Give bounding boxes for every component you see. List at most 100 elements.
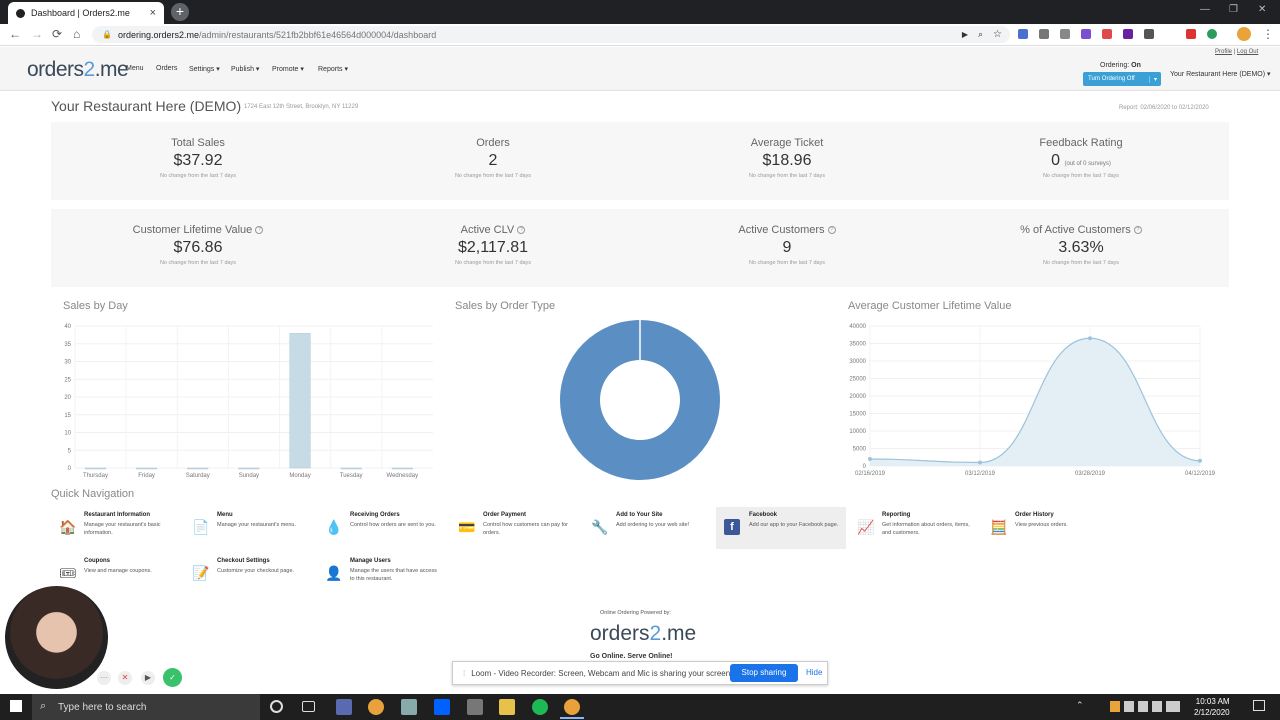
file-explorer-icon[interactable] xyxy=(499,699,515,715)
new-tab-button[interactable]: + xyxy=(171,3,189,21)
extension-icon[interactable] xyxy=(1102,29,1112,39)
logo-number: 2 xyxy=(83,58,96,81)
quick-nav-order-history[interactable]: 🧮 Order History View previous orders. xyxy=(982,507,1112,549)
ordering-label: Ordering: xyxy=(1100,62,1132,69)
profile-link[interactable]: Profile xyxy=(1215,49,1232,55)
data-point xyxy=(1198,458,1202,463)
browser-tab[interactable]: Dashboard | Orders2.me × xyxy=(8,2,164,24)
reload-icon[interactable]: ⟳ xyxy=(52,27,62,41)
nav-orders[interactable]: Orders xyxy=(156,65,177,72)
restaurant-select[interactable]: Your Restaurant Here (DEMO) ▾ xyxy=(1170,70,1271,78)
info-icon[interactable]: ? xyxy=(827,226,836,234)
webcam-bubble[interactable] xyxy=(5,586,108,689)
loom-pause-icon[interactable]: ▶ xyxy=(141,671,155,685)
quick-nav-checkout-settings[interactable]: 📝 Checkout Settings Customize your checkou… xyxy=(184,553,314,595)
extension-icon[interactable] xyxy=(1039,29,1049,39)
app-icon[interactable] xyxy=(401,699,417,715)
loom-finish-icon[interactable]: ✓ xyxy=(163,668,182,687)
nav-publish[interactable]: Publish ▾ xyxy=(231,65,259,73)
chrome-icon[interactable] xyxy=(368,699,384,715)
logout-link[interactable]: Log Out xyxy=(1237,49,1258,55)
quick-nav-receiving-orders[interactable]: 💧 Receiving Orders Control how orders are … xyxy=(317,507,447,549)
turn-ordering-off-button[interactable]: Turn Ordering Off ▾ xyxy=(1083,72,1161,86)
stat-label: Active Customers xyxy=(738,224,825,236)
stat-orders: Orders 2 No change from the last 7 days xyxy=(393,137,593,179)
info-icon[interactable]: ? xyxy=(1133,226,1142,234)
quick-nav-menu[interactable]: 📄 Menu Manage your restaurant's menu. xyxy=(184,507,314,549)
x-tick-label: Friday xyxy=(138,473,155,479)
profile-avatar-icon[interactable] xyxy=(1237,27,1251,41)
task-view-icon[interactable] xyxy=(302,701,315,712)
info-icon[interactable]: ? xyxy=(255,226,264,234)
nav-settings[interactable]: Settings ▾ xyxy=(189,65,220,73)
spotify-icon[interactable] xyxy=(532,699,548,715)
more-menu-icon[interactable]: ⋮ xyxy=(1262,27,1274,41)
stat-note: No change from the last 7 days xyxy=(159,173,237,179)
extension-icon[interactable] xyxy=(1081,29,1091,39)
quick-nav-title: Reporting xyxy=(882,512,911,518)
url-input[interactable]: 🔒 ordering.orders2.me/admin/restaurants/… xyxy=(92,26,1010,43)
nav-menu[interactable]: Menu xyxy=(126,65,144,72)
cortana-icon[interactable] xyxy=(270,700,283,713)
footer-logo[interactable]: orders2.me xyxy=(590,622,696,646)
stat-average-ticket: Average Ticket $18.96 No change from the l… xyxy=(687,137,887,179)
quick-nav-manage-users[interactable]: 👤 Manage Users Manage the users that have … xyxy=(317,553,447,595)
home-icon[interactable]: ⌂ xyxy=(73,27,80,41)
chrome-active-icon[interactable] xyxy=(564,699,580,715)
nav-reports[interactable]: Reports ▾ xyxy=(318,65,348,73)
minimize-icon[interactable]: — xyxy=(1200,4,1210,15)
x-tick-label: 03/12/2019 xyxy=(965,471,996,477)
menu-icon: 📄 xyxy=(192,519,210,535)
stat-customer-lifetime-value: Customer Lifetime Value ? $76.86 No change… xyxy=(98,224,298,266)
forward-icon[interactable]: → xyxy=(31,27,43,41)
stat-value: $76.86 xyxy=(173,239,223,256)
nav-promote[interactable]: Promote ▾ xyxy=(272,65,304,73)
stat-label: Customer Lifetime Value xyxy=(132,224,253,236)
extension-icon[interactable] xyxy=(1123,29,1133,39)
loom-cancel-icon[interactable]: ✕ xyxy=(118,671,132,685)
grammarly-icon[interactable] xyxy=(1207,29,1217,39)
close-window-icon[interactable]: ✕ xyxy=(1258,4,1266,15)
notification-icon[interactable] xyxy=(1253,700,1265,711)
quick-nav-facebook[interactable]: f Facebook Add our app to your Facebook pa… xyxy=(716,507,846,549)
caret-down-icon[interactable]: ▾ xyxy=(1148,75,1157,83)
taskbar-search-input[interactable]: Type here to search xyxy=(32,694,260,720)
x-tick-label: Wednesday xyxy=(387,473,419,479)
chart-icon: 📈 xyxy=(857,519,875,535)
extension-icon[interactable] xyxy=(1018,29,1028,39)
stop-sharing-button[interactable]: Stop sharing xyxy=(730,664,798,682)
extension-icon[interactable] xyxy=(1144,29,1154,39)
quick-nav-title: Coupons xyxy=(84,558,110,564)
app-icon[interactable] xyxy=(336,699,352,715)
zoom-icon[interactable]: ⌕ xyxy=(978,29,983,40)
quick-nav-title: Restaurant Information xyxy=(84,512,151,518)
y-tick-label: 40 xyxy=(64,324,71,330)
quick-nav-restaurant-information[interactable]: 🏠 Restaurant Information Manage your resta… xyxy=(51,507,181,549)
bookmark-star-icon[interactable]: ☆ xyxy=(993,29,1002,40)
info-icon[interactable]: ? xyxy=(517,226,526,234)
quick-nav-reporting[interactable]: 📈 Reporting Get information about orders, … xyxy=(849,507,979,549)
tray-expand-icon[interactable]: ⌃ xyxy=(1076,700,1084,711)
wrench-icon: 🔧 xyxy=(591,519,609,535)
close-tab-icon[interactable]: × xyxy=(150,7,156,19)
quick-nav-title: Order Payment xyxy=(483,512,527,518)
extension-icon[interactable] xyxy=(1060,29,1070,39)
drag-handle-icon[interactable]: ⁞ xyxy=(463,669,465,678)
camera-icon[interactable]: ▶ xyxy=(962,30,968,39)
orders2me-logo[interactable]: orders2.me xyxy=(27,58,129,82)
extension-icon[interactable] xyxy=(1186,29,1196,39)
quick-nav-add-to-your-site[interactable]: 🔧 Add to Your Site Add ordering to your we… xyxy=(583,507,713,549)
logo-text: orders xyxy=(590,622,650,645)
loom-more-icon[interactable]: ⋯ xyxy=(97,671,111,685)
dropbox-icon[interactable] xyxy=(434,699,450,715)
quick-nav-order-payment[interactable]: 💳 Order Payment Control how customers can … xyxy=(450,507,580,549)
stat-note: No change from the last 7 days xyxy=(159,260,237,266)
system-tray-icons[interactable] xyxy=(1110,701,1180,712)
taskbar-clock[interactable]: 10:03 AM 2/12/2020 xyxy=(1194,696,1230,718)
calculator-app-icon[interactable] xyxy=(467,699,483,715)
hide-button[interactable]: Hide xyxy=(806,668,822,677)
maximize-icon[interactable]: ❐ xyxy=(1229,4,1238,15)
stat-note: No change from the last 7 days xyxy=(1042,173,1120,179)
windows-start-icon[interactable] xyxy=(10,700,22,712)
back-icon[interactable]: ← xyxy=(9,27,21,41)
